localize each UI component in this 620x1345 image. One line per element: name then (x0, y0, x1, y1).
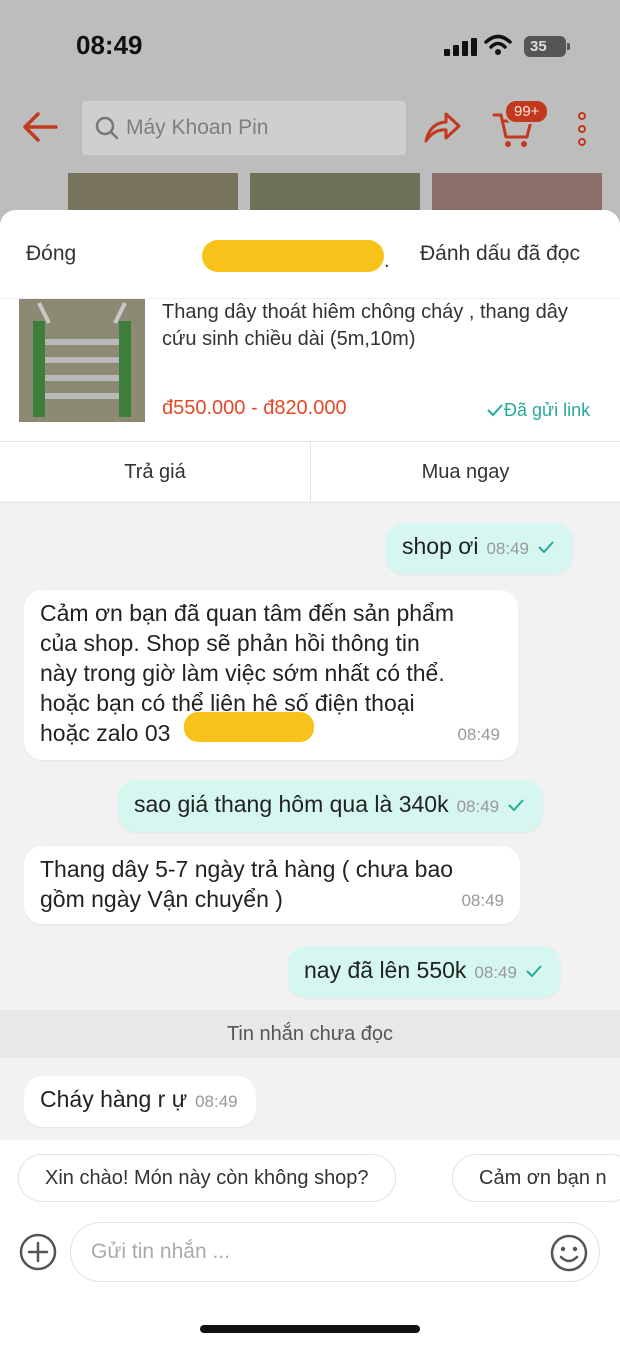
phone-number-redacted (184, 712, 314, 742)
product-title: Thang dây thoát hiêm chông cháy , thang … (162, 301, 568, 350)
more-options-icon[interactable] (574, 111, 590, 147)
link-sent-label: Đã gửi link (504, 400, 591, 420)
bargain-button[interactable]: Trả giá (0, 442, 310, 502)
quick-reply-chip[interactable]: Xin chào! Món này còn không shop? (18, 1154, 396, 1202)
home-indicator (200, 1325, 420, 1333)
emoji-icon[interactable] (549, 1233, 589, 1273)
thumbnail (432, 173, 602, 213)
product-actions: Trả giá Mua ngay (0, 441, 620, 503)
product-card[interactable]: Thang dây thoát hiêm chông cháy , thang … (0, 298, 620, 441)
message-input-placeholder: Gửi tin nhắn ... (91, 1240, 230, 1263)
unread-divider: Tin nhắn chưa đọc (0, 1010, 620, 1058)
quick-reply-bar: Xin chào! Món này còn không shop? Cảm ơn… (0, 1140, 620, 1212)
message-time: 08:49 (457, 725, 500, 744)
product-image (19, 299, 145, 422)
thumbnail (68, 173, 238, 213)
shop-name-redacted (202, 240, 384, 272)
check-icon (487, 404, 503, 417)
message-line: Cảm ơn bạn đã quan tâm đến sản phẩm (40, 600, 455, 626)
share-icon[interactable] (422, 109, 462, 145)
message-time: 08:49 (474, 963, 517, 982)
battery-indicator: 35 (524, 36, 570, 57)
search-placeholder: Máy Khoan Pin (126, 116, 269, 139)
message-time: 08:49 (195, 1092, 238, 1111)
message-text: Cháy hàng r ự (40, 1086, 188, 1112)
message-line: này trong giờ làm việc sớm nhất có thể. (40, 660, 445, 686)
back-arrow-icon[interactable] (20, 109, 60, 145)
outgoing-message: sao giá thang hôm qua là 340k 08:49 (118, 780, 544, 832)
message-line: Thang dây 5-7 ngày trả hàng ( chưa bao (40, 856, 454, 882)
shop-name-suffix: . (384, 250, 390, 272)
buy-now-button[interactable]: Mua ngay (310, 442, 620, 502)
message-time: 08:49 (456, 797, 500, 816)
status-bar: 08:49 35 (0, 0, 620, 90)
product-price: đ550.000 - đ820.000 (162, 397, 347, 419)
message-time: 08:49 (486, 539, 530, 558)
background-app: 08:49 35 Máy Khoan Pin 99+ (0, 0, 620, 230)
outgoing-message: shop ơi 08:49 (386, 523, 574, 574)
close-button[interactable]: Đóng (26, 242, 76, 266)
delivered-check-icon (526, 965, 542, 977)
message-line: của shop. Shop sẽ phản hồi thông tin (40, 630, 420, 656)
delivered-check-icon (508, 799, 524, 811)
status-time: 08:49 (76, 30, 143, 60)
incoming-message: Cảm ơn bạn đã quan tâm đến sản phẩm của … (24, 590, 518, 760)
message-text: sao giá thang hôm qua là 340k (134, 791, 449, 817)
message-time: 08:49 (461, 891, 504, 910)
message-input[interactable]: Gửi tin nhắn ... (70, 1222, 600, 1282)
message-text: nay đã lên 550k (304, 957, 467, 983)
chat-header: Đóng . Đánh dấu đã đọc (0, 210, 620, 298)
chat-sheet: Đóng . Đánh dấu đã đọc Thang dây thoát h… (0, 210, 620, 1345)
quick-reply-chip[interactable]: Cảm ơn bạn n (452, 1154, 620, 1202)
cart-badge: 99+ (504, 99, 550, 124)
product-thumbnails (0, 173, 620, 213)
thumbnail (250, 173, 420, 213)
mark-as-read-button[interactable]: Đánh dấu đã đọc (420, 242, 580, 266)
wifi-icon (484, 34, 512, 55)
signal-icon (444, 38, 478, 56)
message-line: gồm ngày Vận chuyển ) (40, 886, 283, 912)
search-bar[interactable]: Máy Khoan Pin (82, 101, 406, 155)
incoming-message: Cháy hàng r ự 08:49 (24, 1076, 256, 1127)
incoming-message: Thang dây 5-7 ngày trả hàng ( chưa bao g… (24, 846, 520, 924)
delivered-check-icon (538, 541, 554, 553)
product-nav-bar: Máy Khoan Pin 99+ (0, 95, 620, 165)
plus-icon[interactable] (18, 1232, 58, 1272)
link-sent-status: Đã gửi link (486, 400, 590, 421)
outgoing-message: nay đã lên 550k 08:49 (288, 946, 561, 998)
message-text: shop ơi (402, 533, 479, 559)
search-icon (95, 116, 119, 140)
